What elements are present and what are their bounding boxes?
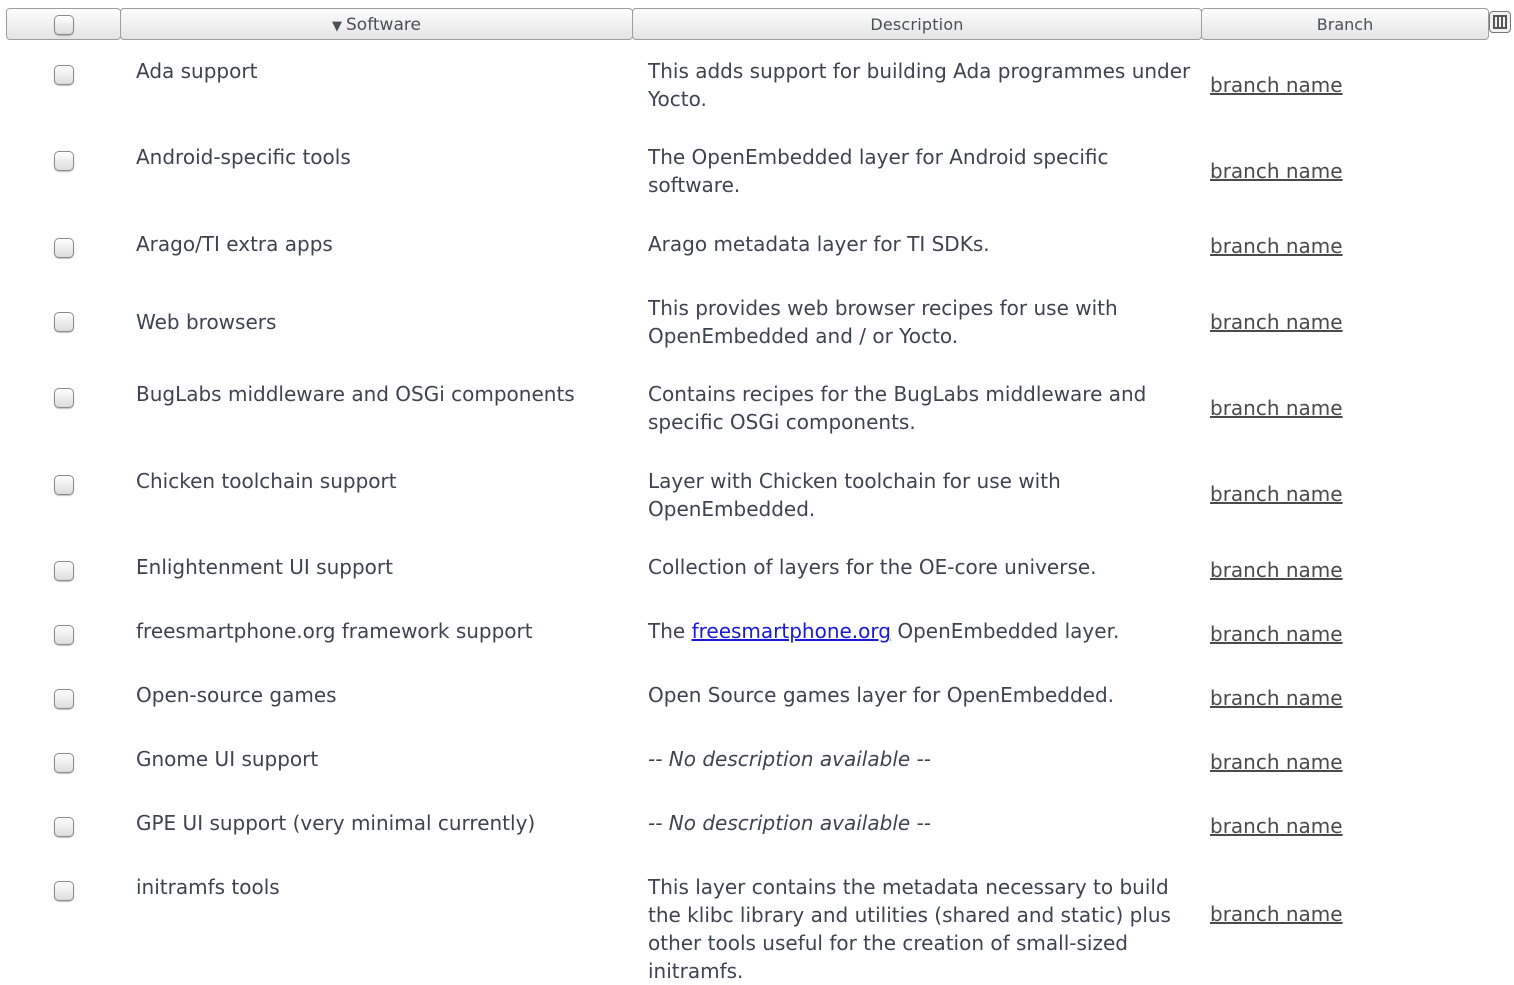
description-text: The <box>648 619 692 643</box>
sort-descending-icon: ▼ <box>332 19 343 34</box>
columns-icon <box>1493 15 1507 29</box>
branch-link[interactable]: branch name <box>1210 308 1343 336</box>
description-header-label: Description <box>870 15 964 34</box>
software-description: The freesmartphone.org OpenEmbedded laye… <box>648 617 1208 645</box>
software-name: Open-source games <box>136 683 337 707</box>
software-description: -- No description available -- <box>648 747 931 771</box>
software-description: Collection of layers for the OE-core uni… <box>648 555 1097 579</box>
branch-link[interactable]: branch name <box>1210 684 1343 712</box>
branch-link[interactable]: branch name <box>1210 394 1343 422</box>
branch-link[interactable]: branch name <box>1210 232 1343 260</box>
description-text: OpenEmbedded layer. <box>890 619 1120 643</box>
software-description: Arago metadata layer for TI SDKs. <box>648 232 990 256</box>
software-name: Chicken toolchain support <box>136 469 397 493</box>
software-name: Android-specific tools <box>136 145 351 169</box>
software-name: GPE UI support (very minimal currently) <box>136 811 536 835</box>
software-description: This adds support for building Ada progr… <box>648 59 1191 111</box>
software-description: Layer with Chicken toolchain for use wit… <box>648 469 1061 521</box>
software-name: freesmartphone.org framework support <box>136 619 533 643</box>
branch-link[interactable]: branch name <box>1210 556 1343 584</box>
branch-link[interactable]: branch name <box>1210 900 1343 928</box>
row-checkbox[interactable] <box>54 753 74 773</box>
software-name: BugLabs middleware and OSGi components <box>136 382 575 406</box>
row-checkbox[interactable] <box>54 312 74 332</box>
software-name: initramfs tools <box>136 875 280 899</box>
row-checkbox[interactable] <box>54 817 74 837</box>
branch-link[interactable]: branch name <box>1210 157 1343 185</box>
description-column-header[interactable]: Description <box>632 8 1202 40</box>
row-checkbox[interactable] <box>54 881 74 901</box>
branch-header-label: Branch <box>1316 15 1374 34</box>
software-header-label: Software <box>346 15 421 35</box>
select-all-checkbox[interactable] <box>54 15 74 35</box>
software-description: -- No description available -- <box>648 811 931 835</box>
branch-link[interactable]: branch name <box>1210 71 1343 99</box>
freesmartphone-link[interactable]: freesmartphone.org <box>692 619 891 643</box>
column-chooser-button[interactable] <box>1489 11 1511 33</box>
software-name: Enlightenment UI support <box>136 555 393 579</box>
branch-link[interactable]: branch name <box>1210 748 1343 776</box>
row-checkbox[interactable] <box>54 689 74 709</box>
software-name: Arago/TI extra apps <box>136 232 333 256</box>
row-checkbox[interactable] <box>54 65 74 85</box>
branch-column-header[interactable]: Branch <box>1201 8 1489 40</box>
software-description: Open Source games layer for OpenEmbedded… <box>648 683 1115 707</box>
branch-link[interactable]: branch name <box>1210 480 1343 508</box>
software-name: Ada support <box>136 59 258 83</box>
branch-link[interactable]: branch name <box>1210 620 1343 648</box>
row-checkbox[interactable] <box>54 561 74 581</box>
software-description: This layer contains the metadata necessa… <box>648 875 1171 983</box>
row-checkbox[interactable] <box>54 625 74 645</box>
row-checkbox[interactable] <box>54 388 74 408</box>
table-header: ▼ Software Description Branch <box>6 8 1490 42</box>
row-checkbox[interactable] <box>54 475 74 495</box>
software-description: This provides web browser recipes for us… <box>648 296 1118 348</box>
software-column-header[interactable]: ▼ Software <box>120 8 633 40</box>
row-checkbox[interactable] <box>54 151 74 171</box>
row-checkbox[interactable] <box>54 238 74 258</box>
software-name: Web browsers <box>136 310 277 334</box>
select-all-header <box>6 8 121 40</box>
software-name: Gnome UI support <box>136 747 319 771</box>
software-description: Contains recipes for the BugLabs middlew… <box>648 382 1147 434</box>
branch-link[interactable]: branch name <box>1210 812 1343 840</box>
software-description: The OpenEmbedded layer for Android speci… <box>648 145 1109 197</box>
